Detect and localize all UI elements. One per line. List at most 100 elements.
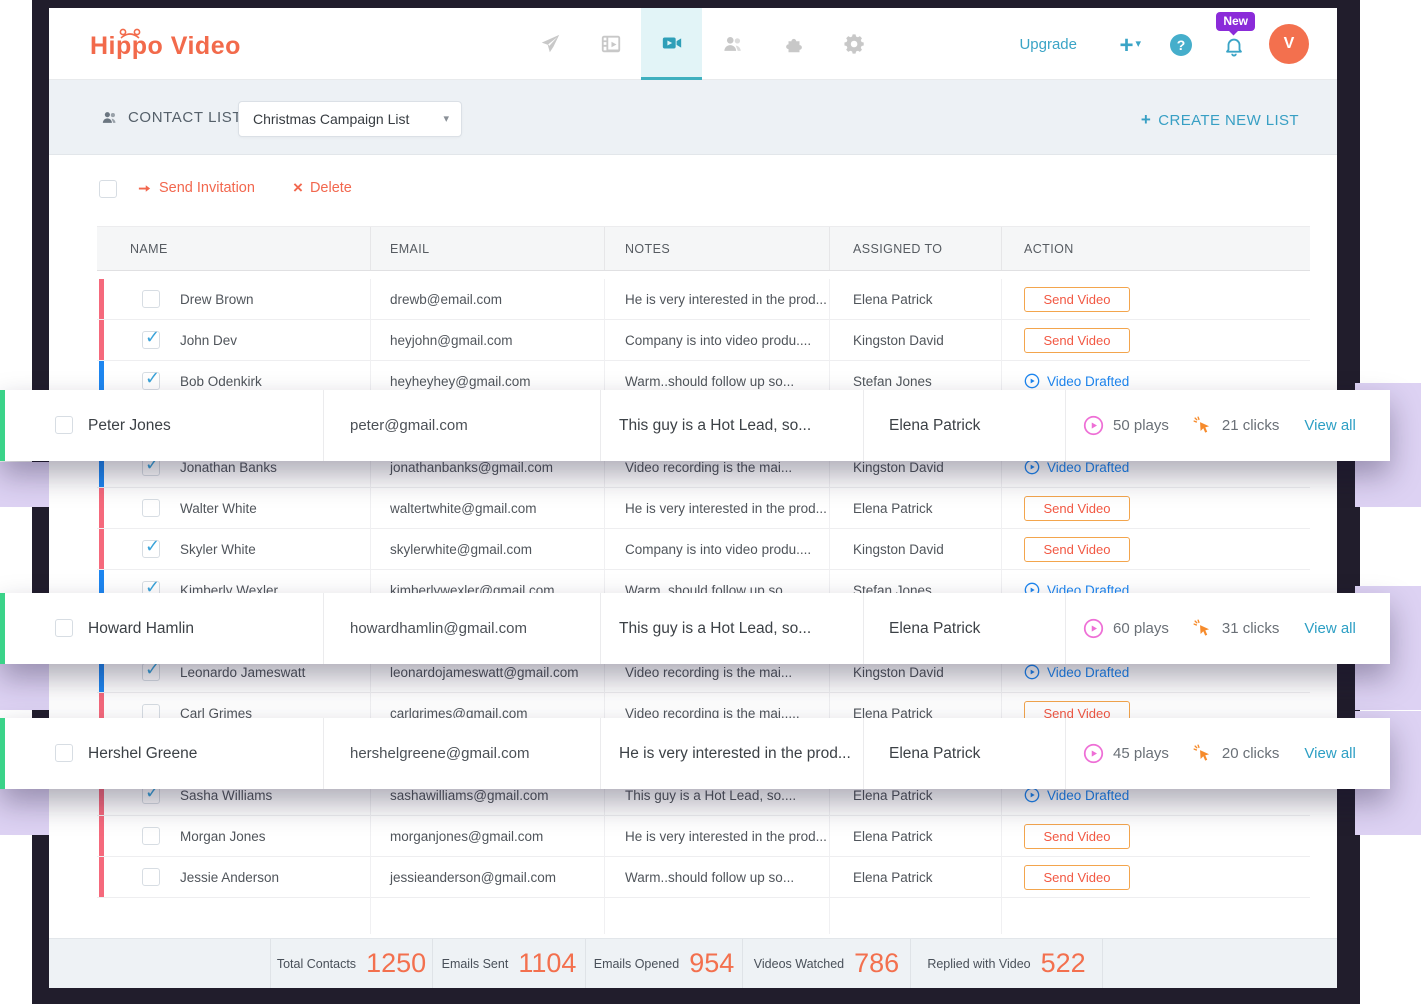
chevron-down-icon: ▾ (443, 102, 449, 136)
bell-icon[interactable] (1223, 34, 1245, 63)
row-checkbox[interactable] (55, 744, 73, 762)
column-header-notes: NOTES (605, 227, 830, 270)
delete-button[interactable]: × Delete (293, 180, 352, 196)
row-checkbox[interactable] (55, 416, 73, 434)
stat-value: 786 (854, 948, 899, 979)
stat-label: Total Contacts (277, 957, 356, 971)
clicks-count: 21 clicks (1222, 417, 1280, 434)
cursor-click-icon (1192, 743, 1213, 764)
list-dropdown[interactable]: Christmas Campaign List ▾ (238, 101, 462, 137)
brand-logo[interactable]: Hippo Video (90, 32, 241, 61)
row-checkbox[interactable] (142, 499, 160, 517)
table-row: Jessie Anderson jessieanderson@gmail.com… (97, 857, 1310, 898)
send-video-button[interactable]: Send Video (1024, 287, 1130, 312)
film-icon[interactable] (580, 8, 641, 80)
row-checkbox[interactable] (142, 540, 160, 558)
highlighted-contact-row: Howard Hamlin howardhamlin@gmail.com Thi… (0, 593, 1390, 664)
contact-notes: He is very interested in the prod... (619, 718, 851, 789)
contacts-icon (100, 109, 119, 126)
table-extender (97, 898, 1310, 934)
table-row: Morgan Jones morganjones@gmail.com He is… (97, 816, 1310, 857)
chevron-down-icon: ▾ (1135, 38, 1141, 50)
video-drafted-link[interactable]: Video Drafted (1024, 664, 1129, 680)
select-all-checkbox[interactable] (99, 180, 117, 198)
clicks-count: 20 clicks (1222, 745, 1280, 762)
contact-name: Bob Odenkirk (180, 374, 262, 389)
row-checkbox[interactable] (142, 372, 160, 390)
row-checkbox[interactable] (142, 868, 160, 886)
avatar[interactable]: V (1269, 24, 1309, 64)
play-circle-icon (1024, 373, 1040, 389)
contact-email: skylerwhite@gmail.com (371, 529, 605, 570)
assigned-to: Elena Patrick (830, 857, 1002, 898)
add-menu-button[interactable]: +▾ (1119, 32, 1141, 60)
gear-icon[interactable] (824, 8, 885, 80)
video-drafted-link[interactable]: Video Drafted (1024, 459, 1129, 475)
send-video-button[interactable]: Send Video (1024, 537, 1130, 562)
contact-email: drewb@email.com (371, 279, 605, 320)
video-drafted-label: Video Drafted (1047, 788, 1129, 803)
plays-count: 45 plays (1113, 745, 1169, 762)
table-body: Drew Brown drewb@email.com He is very in… (97, 271, 1310, 898)
table-header: NAME EMAIL NOTES ASSIGNED TO ACTION (97, 226, 1310, 271)
play-circle-icon (1083, 618, 1104, 639)
row-checkbox[interactable] (55, 619, 73, 637)
stat-label: Emails Opened (594, 957, 679, 971)
contact-name: Hershel Greene (88, 718, 197, 789)
send-video-button[interactable]: Send Video (1024, 328, 1130, 353)
contact-list-title: CONTACT LIST (100, 109, 242, 126)
contact-notes: He is very interested in the prod... (605, 816, 830, 857)
row-checkbox[interactable] (142, 827, 160, 845)
column-header-assigned: ASSIGNED TO (830, 227, 1002, 270)
upgrade-link[interactable]: Upgrade (1019, 36, 1077, 53)
send-invitation-button[interactable]: Send Invitation (137, 180, 255, 196)
highlighted-contact-row: Hershel Greene hershelgreene@gmail.com H… (0, 718, 1390, 789)
contact-name: Leonardo Jameswatt (180, 665, 305, 680)
help-icon[interactable]: ? (1170, 34, 1192, 56)
lavender-accent (0, 462, 49, 507)
column-header-action: ACTION (1002, 227, 1310, 270)
assigned-to: Elena Patrick (889, 390, 980, 461)
stat-value: 954 (689, 948, 734, 979)
view-all-link[interactable]: View all (1304, 417, 1355, 434)
play-circle-icon (1024, 459, 1040, 475)
contact-notes: He is very interested in the prod... (605, 488, 830, 529)
contact-notes: This guy is a Hot Lead, so... (619, 390, 811, 461)
rocket-icon[interactable] (519, 8, 580, 80)
contact-name: Skyler White (180, 542, 256, 557)
table-row: Walter White waltertwhite@gmail.com He i… (97, 488, 1310, 529)
row-action: Send Video (1002, 320, 1310, 361)
hippo-icon (118, 20, 142, 49)
send-video-button[interactable]: Send Video (1024, 824, 1130, 849)
row-checkbox[interactable] (142, 331, 160, 349)
plays-count: 60 plays (1113, 620, 1169, 637)
stat-value: 522 (1041, 948, 1086, 979)
view-all-link[interactable]: View all (1304, 620, 1355, 637)
users-icon[interactable] (702, 8, 763, 80)
video-drafted-link[interactable]: Video Drafted (1024, 787, 1129, 803)
contact-name: Walter White (180, 501, 257, 516)
footer-stat: Videos Watched 786 (742, 939, 910, 988)
row-accent-bar (99, 279, 104, 319)
table-row: John Dev heyjohn@gmail.com Company is in… (97, 320, 1310, 361)
puzzle-icon[interactable] (763, 8, 824, 80)
video-drafted-link[interactable]: Video Drafted (1024, 373, 1129, 389)
video-camera-icon[interactable] (641, 8, 702, 80)
create-new-list-label: CREATE NEW LIST (1158, 112, 1299, 129)
contact-name: Sasha Williams (180, 788, 272, 803)
row-accent-bar (99, 816, 104, 856)
bulk-toolbar: Send Invitation × Delete (49, 155, 1337, 215)
contact-name: Howard Hamlin (88, 593, 194, 664)
row-checkbox[interactable] (142, 290, 160, 308)
top-bar: Hippo Video (49, 8, 1337, 80)
send-video-button[interactable]: Send Video (1024, 865, 1130, 890)
view-all-link[interactable]: View all (1304, 745, 1355, 762)
send-video-button[interactable]: Send Video (1024, 496, 1130, 521)
cursor-click-icon (1192, 618, 1213, 639)
stat-label: Replied with Video (927, 957, 1030, 971)
row-checkbox[interactable] (142, 663, 160, 681)
play-circle-icon (1083, 415, 1104, 436)
contact-notes: This guy is a Hot Lead, so... (619, 593, 811, 664)
contact-name: Jessie Anderson (180, 870, 279, 885)
create-new-list-button[interactable]: +CREATE NEW LIST (1141, 110, 1299, 130)
